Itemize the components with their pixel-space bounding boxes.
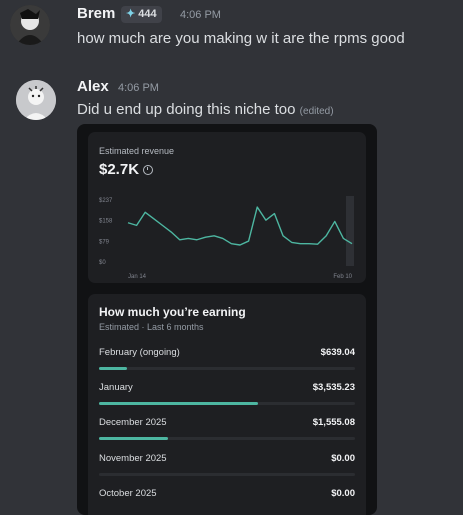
progress-track <box>99 437 355 440</box>
progress-track <box>99 402 355 405</box>
edited-label: (edited) <box>299 106 334 117</box>
revenue-card: Estimated revenue $2.7K $237 $158 $79 $0 Jan… <box>88 132 366 283</box>
drop-icon: ✦ <box>126 8 136 20</box>
message-text: how much are you making w it are the rpm… <box>77 30 405 47</box>
progress-track <box>99 473 355 476</box>
author-name[interactable]: Brem <box>77 5 115 22</box>
x-tick-label: Jan 14 <box>128 274 147 280</box>
timestamp: 4:06 PM <box>118 82 159 94</box>
timestamp: 4:06 PM <box>180 9 221 21</box>
y-tick-label: $237 <box>99 198 113 204</box>
month-amount: $639.04 <box>320 347 355 358</box>
x-tick-label: Feb 10 <box>333 274 352 280</box>
message-body: Did u end up doing this niche too <box>77 101 296 118</box>
attachment-image[interactable]: Estimated revenue $2.7K $237 $158 $79 $0 Jan… <box>77 124 377 515</box>
server-tag-badge[interactable]: ✦ 444 <box>121 6 162 23</box>
earnings-title: How much you’re earning <box>99 305 246 319</box>
month-amount: $1,555.08 <box>312 417 355 428</box>
month-label: November 2025 <box>99 453 167 464</box>
badge-count: 444 <box>138 8 157 20</box>
author-name[interactable]: Alex <box>77 78 109 95</box>
revenue-series-line <box>127 206 353 246</box>
current-period-band <box>346 196 354 266</box>
y-tick-label: $0 <box>99 260 106 266</box>
earnings-subtitle: Estimated · Last 6 months <box>99 322 204 332</box>
progress-fill <box>99 437 169 440</box>
y-tick-label: $79 <box>99 239 110 245</box>
avatar[interactable] <box>10 5 50 45</box>
revenue-chart: $237 $158 $79 $0 Jan 14 Feb 10 <box>99 196 354 280</box>
month-label: January <box>99 382 133 393</box>
month-amount: $0.00 <box>331 453 355 464</box>
progress-fill <box>99 367 128 370</box>
progress-fill <box>99 402 258 405</box>
month-label: October 2025 <box>99 488 157 499</box>
message-text: Did u end up doing this niche too (edite… <box>77 101 334 118</box>
month-label: December 2025 <box>99 417 167 428</box>
month-amount: $0.00 <box>331 488 355 499</box>
avatar[interactable] <box>16 80 56 120</box>
month-label: February (ongoing) <box>99 347 180 358</box>
y-tick-label: $158 <box>99 219 113 225</box>
month-amount: $3,535.23 <box>312 382 355 393</box>
earnings-card: How much you’re earning Estimated · Last… <box>88 294 366 515</box>
progress-track <box>99 367 355 370</box>
